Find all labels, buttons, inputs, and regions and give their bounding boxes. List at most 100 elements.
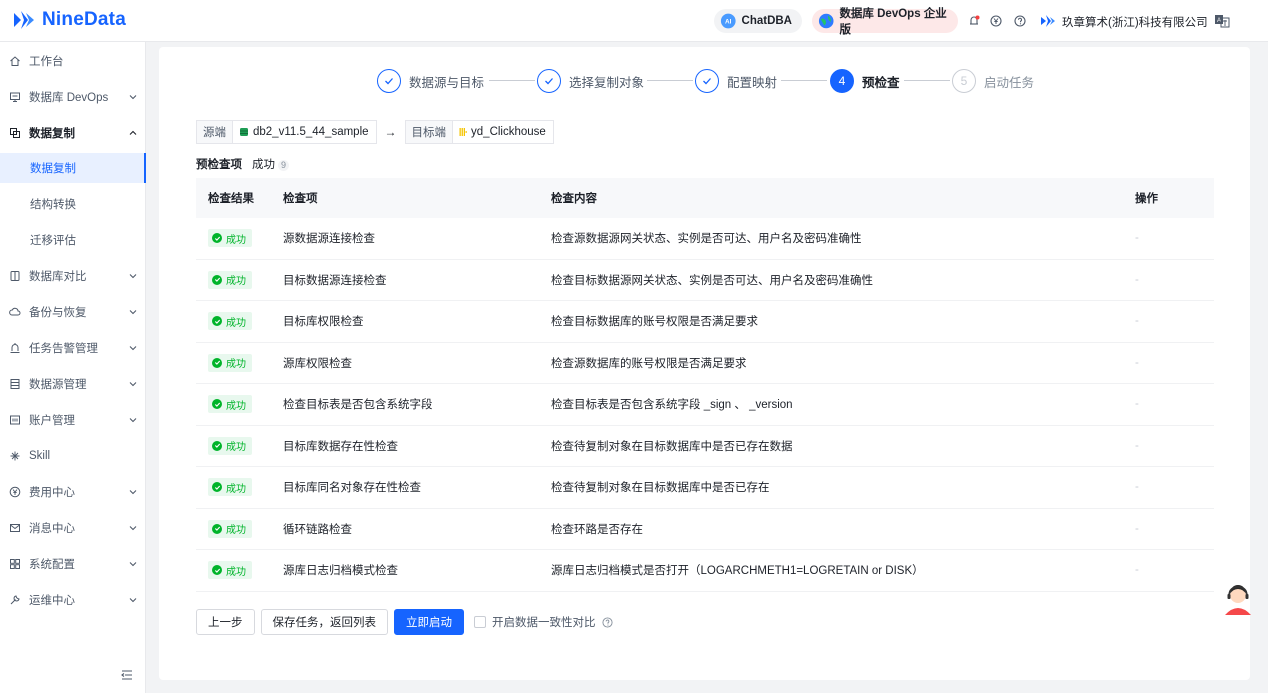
save-return-button[interactable]: 保存任务，返回列表 [260,609,388,635]
item-cell: 源库日志归档模式检查 [283,565,398,578]
check-icon [695,69,719,93]
step-3: 配置映射 [695,69,777,93]
chatdba-button[interactable]: AI ChatDBA [714,9,802,33]
table-body: 成功 源数据源连接检查 检查源数据源网关状态、实例是否可达、用户名及密码准确性 - 成功… [196,218,1214,592]
sidebar-item-accounts[interactable]: 账户管理 [0,402,146,438]
chevron-down-icon [129,346,137,351]
target-endpoint: 目标端 yd_Clickhouse [404,120,554,144]
db2-icon [240,128,248,136]
operation-cell: - [1135,315,1139,328]
content-cell: 检查源数据源网关状态、实例是否可达、用户名及密码准确性 [551,233,862,246]
chevron-down-icon [129,382,137,387]
ninedata-logo-icon [14,11,34,29]
table-row: 成功 源库权限检查 检查源数据库的账号权限是否满足要求 - [196,343,1214,384]
sidebar-item-alerts[interactable]: 任务告警管理 [0,330,146,366]
step-1: 数据源与目标 [377,69,484,93]
yen-icon [8,485,22,499]
content-cell: 检查目标数据库的账号权限是否满足要求 [551,316,758,329]
collapse-sidebar-icon[interactable] [120,668,134,682]
checkbox-box[interactable] [474,616,486,628]
sidebar-item-skill[interactable]: Skill [0,438,146,474]
column-header: 检查内容 [551,193,597,205]
sidebar-item-label: 任务告警管理 [29,343,98,355]
edition-button[interactable]: 数据库 DevOps 企业版 [812,8,958,36]
result-cell: 成功 [208,395,252,414]
svg-text:AI: AI [725,19,732,26]
status-badge: 成功 [208,561,252,580]
sidebar-item-messages[interactable]: 消息中心 [0,510,146,546]
step-label: 启动任务 [984,75,1035,90]
source-endpoint: 源端 db2_v11.5_44_sample [196,120,377,144]
sidebar-subitem-replication[interactable]: 数据复制 [0,153,146,183]
sidebar-item-devops[interactable]: 数据库 DevOps [0,79,146,115]
sidebar-item-billing[interactable]: 费用中心 [0,474,146,510]
operation-cell: - [1135,481,1139,494]
sidebar-item-label: 运维中心 [29,595,75,607]
logo[interactable]: NineData [12,9,126,31]
help-icon[interactable] [601,616,613,628]
result-cell: 成功 [208,436,252,455]
check-icon [377,69,401,93]
sidebar: 工作台 数据库 DevOps 数据复制 数据复制 结构转换 迁移评估 数据库对比… [0,42,146,693]
mail-icon [8,521,22,535]
item-cell: 目标库权限检查 [283,316,364,329]
content-cell: 检查待复制对象在目标数据库中是否已存在数据 [551,440,793,453]
svg-text:A: A [1217,18,1221,24]
sidebar-item-label: 账户管理 [29,415,75,427]
sidebar-subitem-migration-assessment[interactable]: 迁移评估 [0,225,146,255]
item-cell: 源数据源连接检查 [283,233,375,246]
chevron-down-icon [129,310,137,315]
sidebar-item-backup[interactable]: 备份与恢复 [0,294,146,330]
operation-cell: - [1135,273,1139,286]
source-key: 源端 [197,121,233,143]
sidebar-item-compare[interactable]: 数据库对比 [0,258,146,294]
org-logo-icon [1040,13,1056,29]
sidebar-subitem-schema-conversion[interactable]: 结构转换 [0,189,146,219]
check-circle-icon [212,357,222,368]
table-row: 成功 循环链路检查 检查环路是否存在 - [196,509,1214,550]
status-text: 成功 [226,400,246,412]
step-connector [647,80,693,81]
sidebar-item-ops[interactable]: 运维中心 [0,582,146,618]
stepper: 数据源与目标 选择复制对象 配置映射 4 预检查 5 启动任务 [159,69,1250,99]
target-value-wrap: yd_Clickhouse [453,126,553,138]
status-badge: 成功 [208,229,252,248]
database-icon [8,377,22,391]
prev-button[interactable]: 上一步 [196,609,255,635]
operation-cell: - [1135,232,1139,245]
consistency-checkbox[interactable]: 开启数据一致性对比 [474,614,613,630]
status-text: 成功 [226,525,246,537]
monitor-icon [8,90,22,104]
step-5: 5 启动任务 [952,69,1034,93]
help-icon[interactable] [1012,13,1028,29]
status-badge: 成功 [208,478,252,497]
company-name[interactable]: 玖章算术(浙江)科技有限公司 [1062,14,1208,30]
item-cell: 目标数据源连接检查 [283,274,387,287]
table-row: 成功 源库日志归档模式检查 源库日志归档模式是否打开（LOGARCHMETH1=LO… [196,550,1214,592]
start-now-button[interactable]: 立即启动 [394,609,464,635]
language-icon[interactable]: A [1214,13,1230,29]
sidebar-item-workbench[interactable]: 工作台 [0,43,146,79]
content-cell: 检查环路是否存在 [551,523,643,536]
check-circle-icon [212,565,222,576]
content-cell: 源库日志归档模式是否打开（LOGARCHMETH1=LOGRETAIN or D… [551,565,924,578]
support-avatar[interactable] [1222,581,1254,617]
operation-cell: - [1135,398,1139,411]
sidebar-subitem-label: 结构转换 [30,199,76,211]
cloud-icon [8,305,22,319]
sidebar-item-replication[interactable]: 数据复制 [0,115,146,151]
sidebar-item-system[interactable]: 系统配置 [0,546,146,582]
sidebar-item-label: 数据库对比 [29,271,87,283]
sidebar-item-label: 数据源管理 [29,379,87,391]
content-cell: 检查待复制对象在目标数据库中是否已存在 [551,482,770,495]
notification-icon[interactable] [966,13,982,29]
status-badge: 成功 [208,436,252,455]
step-label: 预检查 [862,75,900,90]
result-cell: 成功 [208,312,252,331]
chevron-down-icon [129,490,137,495]
source-value: db2_v11.5_44_sample [253,126,369,138]
sidebar-item-datasource[interactable]: 数据源管理 [0,366,146,402]
check-circle-icon [212,399,222,410]
yen-circle-icon[interactable] [988,13,1004,29]
content-cell: 检查目标表是否包含系统字段 _sign 、 _version [551,399,793,412]
